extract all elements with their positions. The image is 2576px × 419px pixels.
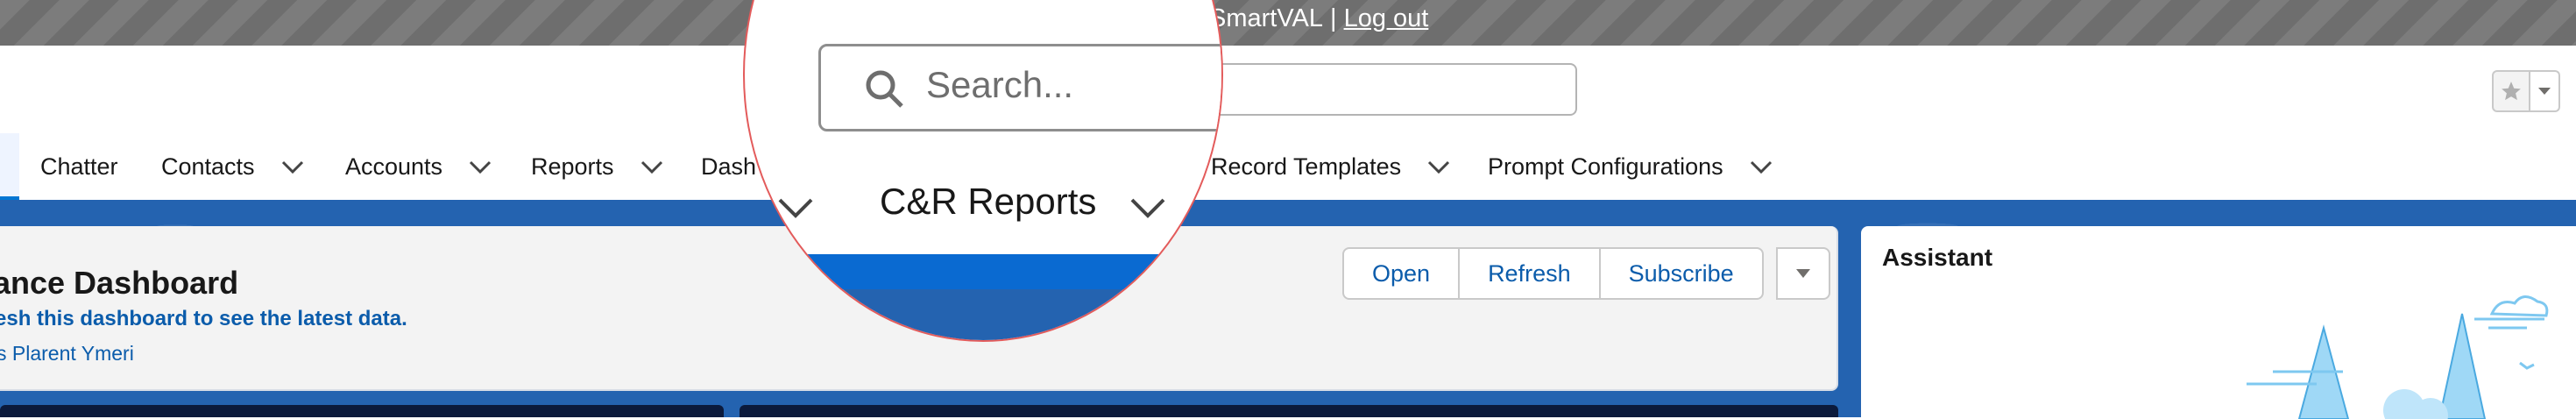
search-placeholder: Search...	[926, 64, 1074, 105]
dashboard-tile	[0, 405, 724, 417]
tab-label: Dash	[701, 153, 757, 180]
tab-label: Prompt Configurations	[1488, 153, 1723, 180]
chevron-down-icon[interactable]	[467, 159, 493, 176]
active-tab-indicator	[0, 133, 19, 200]
topbar-separator: |	[1330, 4, 1337, 32]
tab-accounts[interactable]: Accounts	[345, 153, 493, 181]
star-icon[interactable]	[2492, 70, 2530, 112]
tab-reports[interactable]: Reports	[531, 153, 665, 181]
chevron-down-icon[interactable]	[280, 159, 306, 176]
tab-dashboards[interactable]: Dash	[701, 153, 756, 181]
logged-in-user: SmartVAL	[1209, 4, 1324, 32]
dashboard-owner-link[interactable]: s Plarent Ymeri	[0, 342, 134, 366]
tab-label: Record Templates	[1211, 153, 1402, 180]
favorites-menu-button[interactable]	[2530, 70, 2560, 112]
page-title: ance Dashboard	[0, 265, 239, 301]
more-actions-button[interactable]	[1775, 247, 1830, 300]
chevron-down-icon[interactable]	[776, 195, 815, 221]
global-header	[0, 46, 2576, 133]
chevron-down-icon	[1795, 269, 1810, 278]
dashboard-tile	[740, 405, 1838, 417]
chevron-down-icon	[2538, 88, 2551, 95]
global-search-input[interactable]	[1209, 63, 1577, 116]
magnifier-lens: Search... C&R Reports	[743, 0, 1223, 342]
refresh-button[interactable]: Refresh	[1458, 247, 1601, 300]
magnified-search-input[interactable]: Search...	[818, 44, 1221, 131]
tab-label: Contacts	[161, 153, 255, 180]
dashboard-actions: Open Refresh Subscribe	[1342, 247, 1830, 300]
magnified-active-underline	[745, 254, 1221, 289]
tab-label: Accounts	[345, 153, 443, 180]
search-icon	[866, 70, 903, 108]
subscribe-button[interactable]: Subscribe	[1598, 247, 1764, 300]
tab-cr-reports[interactable]: C&R Reports	[880, 181, 1096, 223]
assistant-title: Assistant	[1882, 244, 1993, 271]
favorites-group	[2492, 70, 2565, 112]
tab-chatter[interactable]: Chatter	[40, 153, 118, 181]
tab-label: Chatter	[40, 153, 118, 180]
tab-contacts[interactable]: Contacts	[161, 153, 306, 181]
chevron-down-icon[interactable]	[639, 159, 665, 176]
chevron-down-icon[interactable]	[1129, 195, 1167, 221]
navigation-bar: Chatter Contacts Accounts Reports Dash R…	[0, 133, 2576, 200]
top-bar: SmartVAL | Log out	[0, 0, 2576, 46]
tab-label: Reports	[531, 153, 614, 180]
logout-link[interactable]: Log out	[1344, 4, 1429, 32]
assistant-illustration	[2247, 295, 2549, 419]
tab-prompt-configurations[interactable]: Prompt Configurations	[1488, 153, 1774, 181]
topbar-user-area: SmartVAL | Log out	[1209, 4, 1428, 33]
open-button[interactable]: Open	[1342, 247, 1461, 300]
chevron-down-icon[interactable]	[1426, 159, 1452, 176]
assistant-panel: Assistant	[1861, 226, 2576, 419]
tab-record-templates[interactable]: Record Templates	[1211, 153, 1452, 181]
refresh-message: esh this dashboard to see the latest dat…	[0, 307, 407, 330]
chevron-down-icon[interactable]	[1748, 159, 1774, 176]
